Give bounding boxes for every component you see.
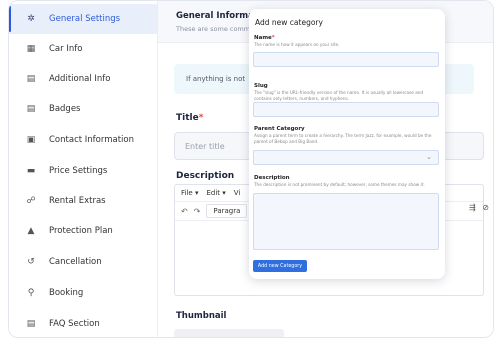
- editor-extra-tools: ⇶ ⊘: [469, 203, 489, 212]
- sidebar-item-contact-information[interactable]: ▣ Contact Information: [9, 125, 157, 155]
- sidebar-item-faq-section[interactable]: ▤ FAQ Section: [9, 309, 157, 337]
- clipboard-icon: ▤: [26, 74, 36, 84]
- description-label: Description: [254, 175, 290, 181]
- modal-title: Add new category: [255, 18, 323, 27]
- money-icon: ▬: [26, 166, 36, 176]
- sidebar-item-label: Cancellation: [49, 257, 102, 267]
- parent-category-select[interactable]: ⌄: [253, 150, 439, 165]
- add-category-modal: Add new category Name* The name is how i…: [249, 9, 445, 279]
- sidebar-item-label: Car Info: [49, 44, 83, 54]
- sidebar-item-rental-extras[interactable]: ☍ Rental Extras: [9, 186, 157, 216]
- menu-edit[interactable]: Edit ▾: [206, 189, 225, 197]
- indent-icon[interactable]: ⇶: [469, 203, 476, 212]
- name-label-text: Name: [254, 35, 272, 41]
- calendar-icon: ▦: [26, 44, 36, 54]
- sidebar-item-additional-info[interactable]: ▤ Additional Info: [9, 64, 157, 94]
- name-help: The name is how it appears on your site.: [254, 42, 340, 47]
- person-walk-icon: ⚲: [27, 288, 35, 298]
- sidebar-item-label: General Settings: [49, 14, 121, 24]
- extras-icon: ☍: [26, 196, 36, 206]
- sidebar-item-label: Contact Information: [49, 135, 134, 145]
- sidebar-item-protection-plan[interactable]: ▲ Protection Plan: [9, 216, 157, 246]
- required-mark: *: [198, 113, 204, 123]
- lock-icon: ▲: [27, 226, 35, 236]
- sidebar-item-price-settings[interactable]: ▬ Price Settings: [9, 156, 157, 186]
- sidebar-item-car-info[interactable]: ▦ Car Info: [9, 34, 157, 64]
- clipboard-icon: ▤: [26, 319, 36, 329]
- description-label: Description: [176, 171, 235, 181]
- parent-category-label: Parent Category: [254, 126, 305, 132]
- sidebar-item-label: Additional Info: [49, 74, 111, 84]
- sidebar-item-general-settings[interactable]: ✲ General Settings: [9, 4, 157, 34]
- slug-input[interactable]: [253, 102, 439, 117]
- parent-category-help: Assign a parent term to create a hierarc…: [254, 133, 432, 144]
- title-label: Title*: [176, 113, 203, 123]
- gear-icon: ✲: [27, 14, 35, 24]
- redo-icon[interactable]: ↷: [194, 207, 201, 216]
- description-textarea[interactable]: [253, 193, 439, 250]
- sidebar-item-label: Protection Plan: [49, 226, 113, 236]
- thumbnail-label: Thumbnail: [176, 311, 227, 321]
- paragraph-format-select[interactable]: Paragra: [206, 204, 248, 218]
- sidebar-item-label: FAQ Section: [49, 319, 100, 329]
- sidebar-item-label: Booking: [49, 288, 84, 298]
- undo-icon[interactable]: ↶: [181, 207, 188, 216]
- required-mark: *: [271, 35, 275, 41]
- sidebar-item-badges[interactable]: ▤ Badges: [9, 94, 157, 124]
- sidebar-item-cancellation[interactable]: ↺ Cancellation: [9, 247, 157, 277]
- sidebar-item-booking[interactable]: ⚲ Booking: [9, 278, 157, 308]
- title-label-text: Title: [176, 113, 199, 123]
- sidebar: ✲ General Settings ▦ Car Info ▤ Addition…: [9, 1, 157, 337]
- name-input[interactable]: [253, 52, 439, 67]
- sidebar-item-label: Price Settings: [49, 166, 108, 176]
- clipboard-icon: ▤: [26, 104, 36, 114]
- undo-icon: ↺: [27, 257, 35, 267]
- slug-label: Slug: [254, 83, 268, 89]
- thumbnail-upload[interactable]: [174, 329, 284, 337]
- menu-view[interactable]: Vi: [234, 189, 241, 197]
- contact-card-icon: ▣: [26, 135, 36, 145]
- sidebar-item-label: Rental Extras: [49, 196, 106, 206]
- slug-help: The "slug" is the URL-friendly version o…: [254, 90, 424, 101]
- chevron-down-icon: ⌄: [426, 153, 432, 161]
- add-new-category-button[interactable]: Add new Category: [253, 260, 307, 272]
- link-icon[interactable]: ⊘: [482, 203, 489, 212]
- description-help: The description is not prominent by defa…: [254, 182, 425, 187]
- menu-file[interactable]: File ▾: [181, 189, 198, 197]
- sidebar-item-label: Badges: [49, 104, 81, 114]
- name-label: Name*: [254, 35, 275, 41]
